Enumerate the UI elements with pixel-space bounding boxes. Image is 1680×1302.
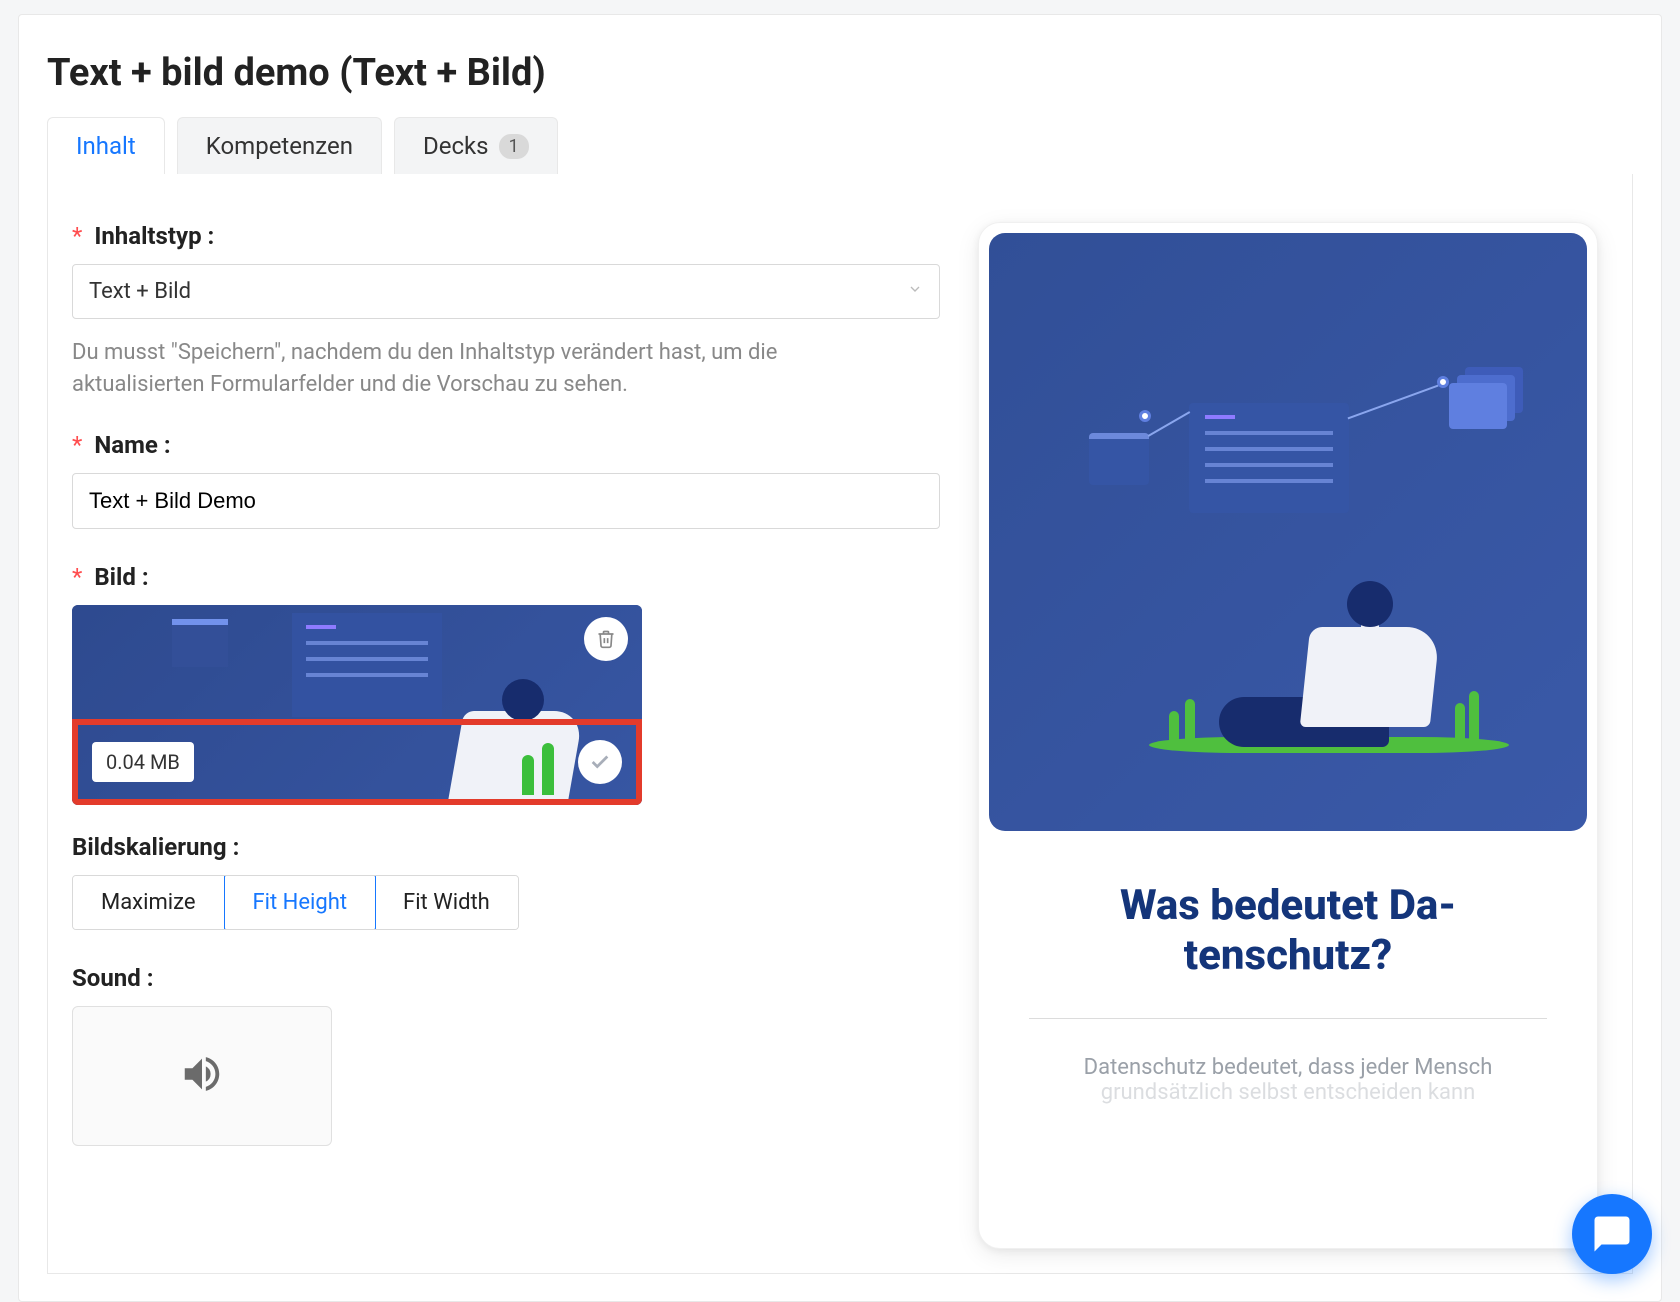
select-inhaltstyp-value: Text + Bild bbox=[89, 279, 191, 304]
tabs: Inhalt Kompetenzen Decks 1 bbox=[47, 117, 1633, 174]
help-inhaltstyp: Du musst "Speichern", nachdem du den Inh… bbox=[72, 337, 862, 401]
preview-card: Was bedeutet Da­tenschutz? Datenschutz b… bbox=[978, 222, 1598, 1249]
file-size-pill: 0.04 MB bbox=[92, 742, 194, 782]
label-bild-text: Bild bbox=[94, 563, 136, 591]
tab-decks-label: Decks bbox=[423, 132, 489, 160]
tab-decks-badge: 1 bbox=[499, 134, 529, 159]
page-title: Text + bild demo (Text + Bild) bbox=[47, 51, 1633, 95]
preview-column: Was bedeutet Da­tenschutz? Datenschutz b… bbox=[968, 222, 1608, 1249]
scale-radio-group: Maximize Fit Height Fit Width bbox=[72, 875, 519, 930]
label-bildskalierung-text: Bildskalierung bbox=[72, 833, 227, 861]
sound-upload-box[interactable] bbox=[72, 1006, 332, 1146]
speaker-icon bbox=[179, 1051, 225, 1108]
label-inhaltstyp-text: Inhaltstyp bbox=[94, 222, 201, 250]
delete-image-button[interactable] bbox=[584, 617, 628, 661]
preview-hero-image bbox=[989, 233, 1587, 831]
scale-option-fit-height[interactable]: Fit Height bbox=[224, 875, 377, 930]
label-name-text: Name bbox=[94, 431, 158, 459]
tab-kompetenzen[interactable]: Kompetenzen bbox=[177, 117, 382, 174]
confirm-image-button[interactable] bbox=[578, 740, 622, 784]
tab-kompetenzen-label: Kompetenzen bbox=[206, 132, 353, 160]
preview-body: Was bedeutet Da­tenschutz? Datenschutz b… bbox=[979, 841, 1597, 1125]
label-bildskalierung: Bildskalierung bbox=[72, 833, 940, 861]
preview-text-line-1: Datenschutz bedeutet, dass jeder Mensch bbox=[1029, 1055, 1547, 1080]
scale-option-maximize[interactable]: Maximize bbox=[73, 876, 225, 929]
preview-heading: Was bedeutet Da­tenschutz? bbox=[1029, 881, 1547, 982]
label-name: Name bbox=[72, 431, 940, 459]
tab-inhalt-label: Inhalt bbox=[76, 132, 136, 160]
label-bild: Bild bbox=[72, 563, 940, 591]
tab-decks[interactable]: Decks 1 bbox=[394, 117, 558, 174]
preview-text-line-2: grundsätzlich selbst entscheiden kann bbox=[1029, 1080, 1547, 1105]
input-name[interactable] bbox=[72, 473, 940, 529]
preview-divider bbox=[1029, 1018, 1547, 1019]
chat-launcher-button[interactable] bbox=[1572, 1194, 1652, 1274]
scale-option-fit-width[interactable]: Fit Width bbox=[375, 876, 518, 929]
chevron-down-icon bbox=[907, 281, 923, 302]
chat-icon bbox=[1591, 1213, 1633, 1255]
image-footer-highlight: 0.04 MB bbox=[72, 719, 642, 805]
form-column: Inhaltstyp Text + Bild Du musst "Speiche… bbox=[72, 222, 940, 1249]
tab-panel: Inhaltstyp Text + Bild Du musst "Speiche… bbox=[47, 174, 1633, 1274]
label-inhaltstyp: Inhaltstyp bbox=[72, 222, 940, 250]
page-container: Text + bild demo (Text + Bild) Inhalt Ko… bbox=[18, 14, 1662, 1302]
image-upload-widget: 0.04 MB bbox=[72, 605, 642, 805]
tab-inhalt[interactable]: Inhalt bbox=[47, 117, 165, 174]
label-sound: Sound bbox=[72, 964, 940, 992]
select-inhaltstyp[interactable]: Text + Bild bbox=[72, 264, 940, 319]
label-sound-text: Sound bbox=[72, 964, 141, 992]
